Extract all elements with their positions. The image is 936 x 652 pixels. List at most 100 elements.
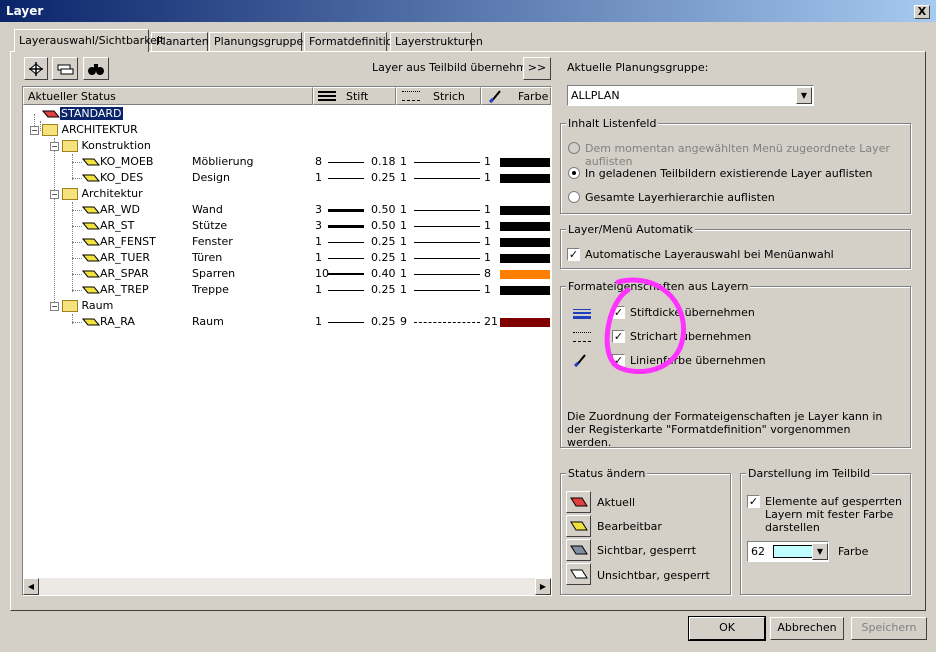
status-editable-label[interactable]: Bearbeitbar xyxy=(597,520,662,533)
group-automatik-title: Layer/Menü Automatik xyxy=(566,223,695,236)
radio-menu-layers-label[interactable]: Dem momentan angewählten Menü zugeordnet… xyxy=(585,142,936,168)
tree-item-standard[interactable]: STANDARD xyxy=(41,106,124,122)
tree-item-raum[interactable]: Raum xyxy=(62,298,113,314)
layer-color-swatch xyxy=(500,238,550,247)
locked-color-checkbox[interactable]: ✓ xyxy=(747,495,760,508)
pen-line xyxy=(328,178,364,179)
layer-line-end: 1 xyxy=(484,251,491,264)
transfer-layer-button[interactable]: >> xyxy=(523,57,551,80)
layer-line-end: 1 xyxy=(484,283,491,296)
tree-item-konstruktion[interactable]: Konstruktion xyxy=(62,138,151,154)
layer-editable-icon xyxy=(81,254,101,262)
column-header-status[interactable]: Aktueller Status xyxy=(23,87,313,105)
layer-current-icon xyxy=(569,497,588,507)
pink-annotation-circle xyxy=(604,277,687,375)
binoculars-icon xyxy=(88,64,104,75)
tree-line xyxy=(72,290,82,291)
layer-row[interactable]: RA_RA xyxy=(81,314,135,330)
cancel-button[interactable]: Abbrechen xyxy=(770,617,844,640)
layer-color-swatch xyxy=(500,222,550,231)
status-current-label[interactable]: Aktuell xyxy=(597,496,635,509)
status-invisible-locked-button[interactable] xyxy=(566,563,591,585)
chevron-down-icon[interactable]: ▼ xyxy=(796,87,812,104)
layer-line-end: 1 xyxy=(484,171,491,184)
line-sample xyxy=(414,322,480,323)
horizontal-scrollbar[interactable]: ◀ ▶ xyxy=(23,578,551,595)
layer-editable-icon xyxy=(81,318,101,326)
tree-toggle-raum[interactable]: − xyxy=(50,302,59,311)
layer-row[interactable]: AR_TREP xyxy=(81,282,149,298)
layer-row[interactable]: AR_FENST xyxy=(81,234,156,250)
status-visible-locked-label[interactable]: Sichtbar, gesperrt xyxy=(597,544,696,557)
tab-layerstrukturen[interactable]: Layerstrukturen xyxy=(390,32,483,51)
radio-menu-layers[interactable] xyxy=(568,142,580,154)
status-current-button[interactable] xyxy=(566,491,591,513)
radio-loaded-layers[interactable] xyxy=(568,167,580,179)
scroll-right-arrow-icon[interactable]: ▶ xyxy=(535,578,551,595)
pen-line xyxy=(328,242,364,243)
tree-toggle-architektur[interactable]: − xyxy=(30,126,39,135)
tree-line xyxy=(72,210,82,211)
layer-pen: 1 xyxy=(315,235,322,248)
group-darstellung xyxy=(740,473,911,595)
close-button[interactable]: X xyxy=(914,5,930,19)
folder-icon xyxy=(62,300,78,312)
line-sample xyxy=(414,162,480,163)
tree-toggle-konstruktion[interactable]: − xyxy=(50,142,59,151)
tree-line xyxy=(72,178,82,179)
pen-line xyxy=(328,258,364,259)
tab-formatdefinition[interactable]: Formatdefinition xyxy=(304,32,400,51)
layer-pen-value: 0.25 xyxy=(371,171,396,184)
line-color-icon xyxy=(573,354,586,368)
layer-line-end: 1 xyxy=(484,219,491,232)
tree-line xyxy=(72,274,82,275)
radio-loaded-layers-label[interactable]: In geladenen Teilbildern existierende La… xyxy=(585,167,873,180)
layer-pen-value: 0.18 xyxy=(371,155,396,168)
chevron-down-icon[interactable]: ▼ xyxy=(812,543,828,560)
tree-toggle-architektur-sub[interactable]: − xyxy=(50,190,59,199)
tree-line xyxy=(54,138,55,308)
status-invisible-locked-label[interactable]: Unsichtbar, gesperrt xyxy=(597,569,710,582)
status-editable-button[interactable] xyxy=(566,515,591,537)
new-layer-button[interactable] xyxy=(24,57,48,80)
radio-all-layers[interactable] xyxy=(568,191,580,203)
line-sample xyxy=(414,258,480,259)
layer-pen-value: 0.40 xyxy=(371,267,396,280)
layer-row[interactable]: KO_MOEB xyxy=(81,154,154,170)
layer-code: AR_TREP xyxy=(100,283,149,296)
layer-row[interactable]: AR_ST xyxy=(81,218,134,234)
color-select[interactable]: 62 ▼ xyxy=(747,541,829,562)
auto-select-checkbox[interactable]: ✓ xyxy=(567,248,580,261)
ok-button[interactable]: OK xyxy=(688,616,766,641)
status-visible-locked-button[interactable] xyxy=(566,539,591,561)
layer-stack-button[interactable] xyxy=(52,57,78,80)
search-button[interactable] xyxy=(83,57,109,80)
planning-group-select[interactable]: ALLPLAN xyxy=(567,85,814,106)
line-sample xyxy=(414,242,480,243)
tree-line xyxy=(72,322,82,323)
folder-icon xyxy=(62,140,78,152)
layer-row[interactable]: AR_SPAR xyxy=(81,266,149,282)
layer-row[interactable]: AR_TUER xyxy=(81,250,151,266)
layer-code: AR_TUER xyxy=(100,251,151,264)
auto-select-label[interactable]: Automatische Layerauswahl bei Menüanwahl xyxy=(585,248,834,261)
scroll-left-arrow-icon[interactable]: ◀ xyxy=(23,578,39,595)
tab-planungsgruppen[interactable]: Planungsgruppen xyxy=(209,32,310,51)
layer-code: AR_WD xyxy=(100,203,141,216)
layer-line: 1 xyxy=(400,203,407,216)
save-button[interactable]: Speichern xyxy=(851,617,927,640)
layer-desc: Stütze xyxy=(192,219,228,232)
layer-desc: Fenster xyxy=(192,235,233,248)
layer-current-icon xyxy=(41,110,61,118)
tree-line xyxy=(72,258,82,259)
transfer-layer-label[interactable]: Layer aus Teilbild übernehmen xyxy=(372,61,541,74)
tab-layerauswahl[interactable]: Layerauswahl/Sichtbarkeit xyxy=(14,29,164,52)
layer-code: KO_MOEB xyxy=(100,155,154,168)
radio-all-layers-label[interactable]: Gesamte Layerhierarchie auflisten xyxy=(585,191,775,204)
tree-item-architektur-sub[interactable]: Architektur xyxy=(62,186,143,202)
locked-color-label[interactable]: Elemente auf gesperrten Layern mit feste… xyxy=(765,495,905,534)
layer-row[interactable]: AR_WD xyxy=(81,202,141,218)
tree-item-architektur[interactable]: ARCHITEKTUR xyxy=(42,122,138,138)
layer-row[interactable]: KO_DES xyxy=(81,170,143,186)
layer-desc: Sparren xyxy=(192,267,236,280)
